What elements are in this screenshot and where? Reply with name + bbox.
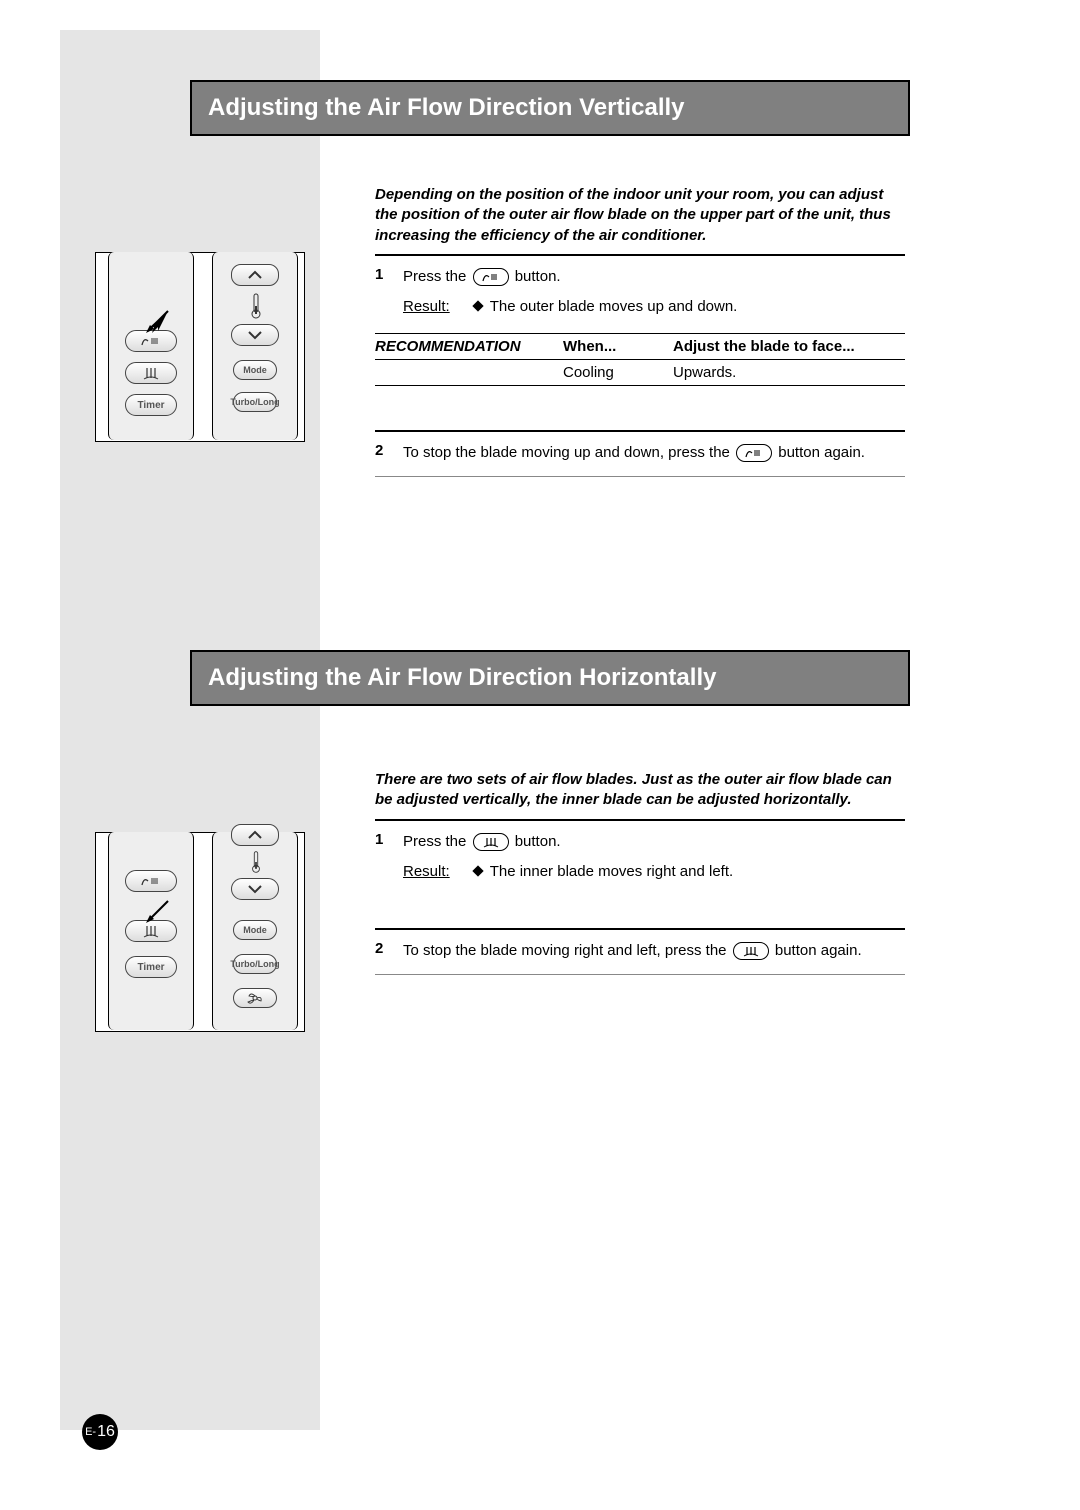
divider: [375, 928, 905, 930]
divider: [375, 476, 905, 477]
step-text-before: Press the: [403, 833, 471, 850]
step-body: Press the button. Result: The inner blad…: [403, 831, 905, 884]
remote-illustration-vertical: Timer Mode Turbo/Long: [95, 252, 305, 442]
result-label: Result:: [403, 861, 450, 884]
up-arrow-button: [231, 264, 279, 286]
step-2: 2 To stop the blade moving up and down, …: [375, 442, 905, 465]
step-body: To stop the blade moving up and down, pr…: [403, 442, 905, 465]
turbo-label: Turbo/Long: [230, 397, 279, 407]
turbo-label: Turbo/Long: [230, 959, 279, 969]
recommendation-label: RECOMMENDATION: [375, 334, 555, 359]
step-1: 1 Press the button. Result: The outer bl…: [375, 266, 905, 319]
timer-button: Timer: [125, 394, 177, 416]
page-number: 16: [97, 1423, 115, 1441]
step-text-after: button again.: [775, 942, 862, 959]
empty-cell: [375, 360, 555, 385]
recommendation-table: RECOMMENDATION When... Adjust the blade …: [375, 333, 905, 386]
section-title-vertical: Adjusting the Air Flow Direction Vertica…: [190, 80, 910, 136]
result-row: Result: The outer blade moves up and dow…: [403, 296, 905, 319]
step-text-after: button again.: [778, 444, 865, 461]
mode-label: Mode: [243, 365, 267, 375]
step-number: 2: [375, 442, 389, 465]
remote-panel-right: Mode Turbo/Long: [212, 832, 298, 1030]
result-text: The inner blade moves right and left.: [490, 863, 733, 880]
divider: [375, 430, 905, 432]
table-header-row: RECOMMENDATION When... Adjust the blade …: [375, 333, 905, 359]
title-text: Adjusting the Air Flow Direction Horizon…: [208, 664, 716, 692]
remote-panel-right: Mode Turbo/Long: [212, 252, 298, 440]
page-prefix: E-: [85, 1426, 96, 1438]
down-arrow-button: [231, 878, 279, 900]
divider: [375, 254, 905, 256]
step-1: 1 Press the button. Result: The inner bl…: [375, 831, 905, 884]
section1-content: Depending on the position of the indoor …: [375, 185, 905, 489]
timer-label: Timer: [137, 962, 164, 973]
fan-button: [233, 988, 277, 1008]
diamond-icon: [472, 865, 483, 876]
result-row: Result: The inner blade moves right and …: [403, 861, 905, 884]
up-arrow-button: [231, 824, 279, 846]
swing-horizontal-button-icon: [473, 833, 509, 851]
cell-when: Cooling: [555, 360, 665, 385]
pointer-arrow-icon: [144, 309, 170, 335]
intro-paragraph: Depending on the position of the indoor …: [375, 185, 905, 246]
intro-paragraph: There are two sets of air flow blades. J…: [375, 770, 905, 811]
result-bullet: The inner blade moves right and left.: [474, 861, 733, 884]
step-number: 1: [375, 831, 389, 884]
divider: [375, 819, 905, 821]
timer-button: Timer: [125, 956, 177, 978]
col-adjust: Adjust the blade to face...: [665, 334, 905, 359]
step-text-after: button.: [515, 833, 561, 850]
thermometer-icon: [249, 850, 263, 879]
mode-label: Mode: [243, 925, 267, 935]
step-body: Press the button. Result: The outer blad…: [403, 266, 905, 319]
step-body: To stop the blade moving right and left,…: [403, 940, 905, 963]
swing-horizontal-button: [125, 362, 177, 384]
page-number-badge: E-16: [82, 1414, 118, 1450]
result-label: Result:: [403, 296, 450, 319]
divider: [375, 974, 905, 975]
section2-content: There are two sets of air flow blades. J…: [375, 770, 905, 987]
step-2: 2 To stop the blade moving right and lef…: [375, 940, 905, 963]
timer-label: Timer: [137, 400, 164, 411]
swing-vertical-button-icon: [736, 444, 772, 462]
sidebar-gray-block: [60, 30, 320, 1430]
pointer-arrow-icon: [144, 899, 170, 925]
section-title-horizontal: Adjusting the Air Flow Direction Horizon…: [190, 650, 910, 706]
step-text-before: To stop the blade moving up and down, pr…: [403, 444, 734, 461]
cell-adjust: Upwards.: [665, 360, 905, 385]
result-bullet: The outer blade moves up and down.: [474, 296, 738, 319]
mode-button: Mode: [233, 920, 277, 940]
col-when: When...: [555, 334, 665, 359]
turbo-long-button: Turbo/Long: [233, 392, 277, 412]
table-row: Cooling Upwards.: [375, 359, 905, 386]
remote-panel-left: Timer: [108, 252, 194, 440]
step-text-before: Press the: [403, 268, 471, 285]
swing-vertical-button: [125, 870, 177, 892]
step-number: 2: [375, 940, 389, 963]
mode-button: Mode: [233, 360, 277, 380]
result-text: The outer blade moves up and down.: [490, 298, 738, 315]
thermometer-icon: [249, 292, 263, 325]
swing-vertical-button-icon: [473, 268, 509, 286]
step-number: 1: [375, 266, 389, 319]
remote-panel-left: Timer: [108, 832, 194, 1030]
title-text: Adjusting the Air Flow Direction Vertica…: [208, 94, 685, 122]
turbo-long-button: Turbo/Long: [233, 954, 277, 974]
step-text-after: button.: [515, 268, 561, 285]
step-text-before: To stop the blade moving right and left,…: [403, 942, 731, 959]
diamond-icon: [472, 301, 483, 312]
remote-illustration-horizontal: Timer Mode Turbo/Long: [95, 832, 305, 1032]
down-arrow-button: [231, 324, 279, 346]
swing-horizontal-button-icon: [733, 942, 769, 960]
